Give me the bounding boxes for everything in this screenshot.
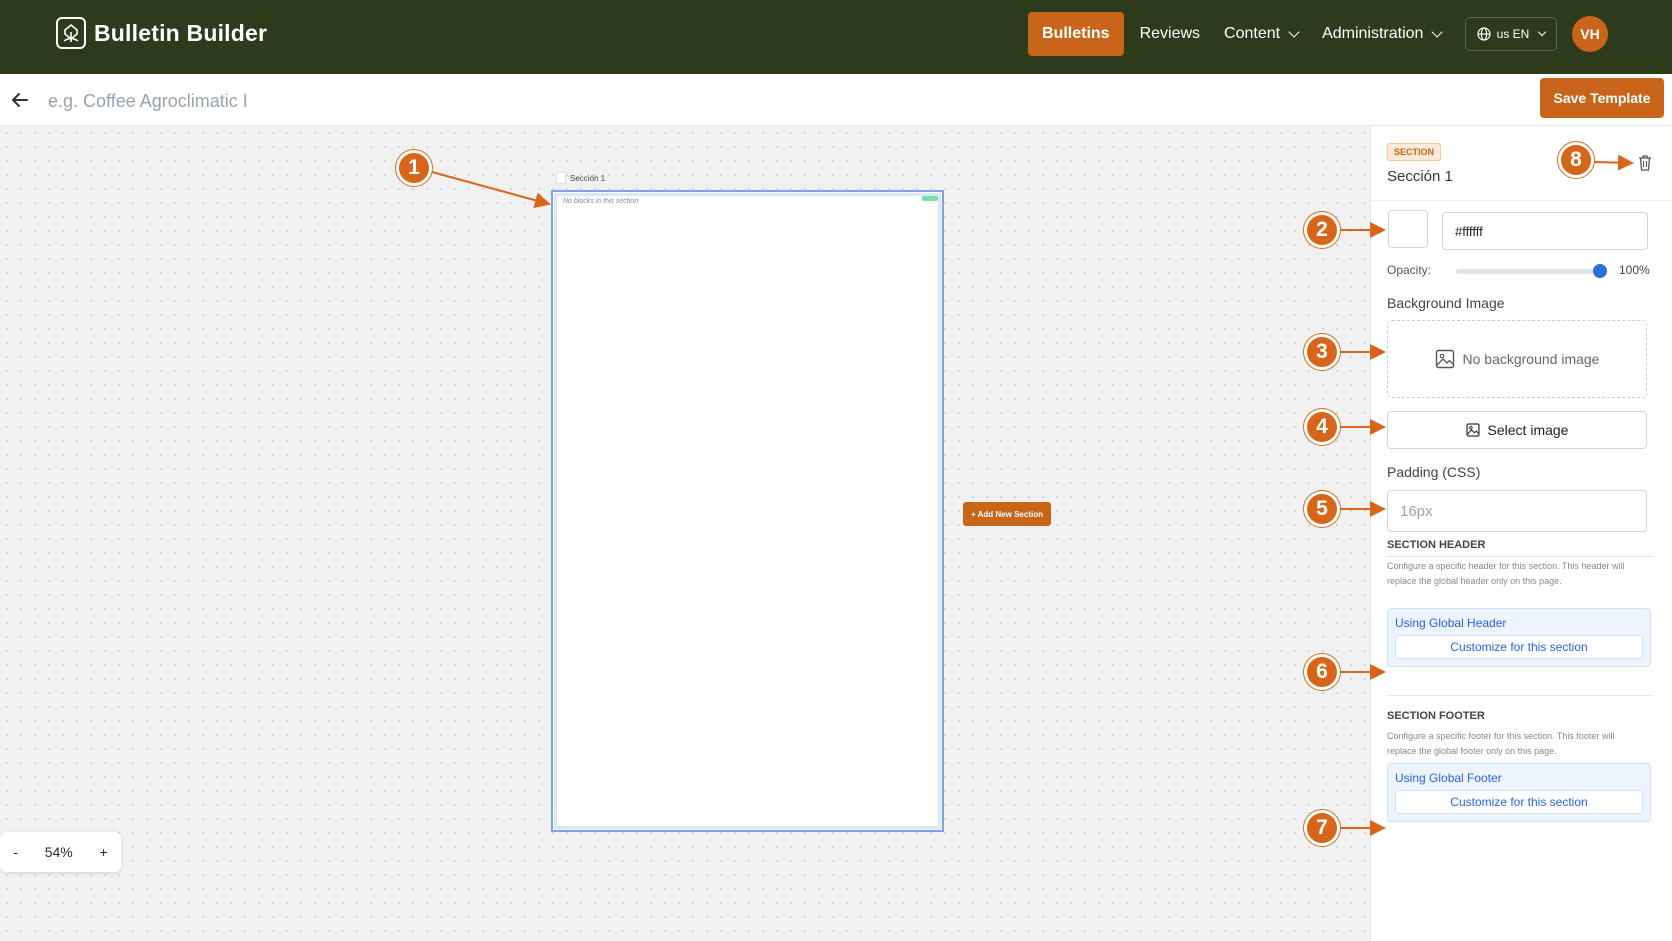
chevron-down-icon bbox=[1431, 26, 1444, 38]
section-footer-box: Using Global Footer Customize for this s… bbox=[1387, 763, 1651, 822]
divider bbox=[1387, 556, 1653, 557]
section-properties-panel: SECTION Sección 1 Opacity: 100% Backgrou… bbox=[1370, 126, 1672, 941]
callout-4: 4 bbox=[1304, 409, 1340, 445]
nav-administration-label: Administration bbox=[1322, 25, 1424, 42]
editor-canvas[interactable]: Sección 1 No blocks in this section + Ad… bbox=[0, 126, 1370, 941]
padding-label: Padding (CSS) bbox=[1387, 464, 1481, 480]
section-page[interactable]: No blocks in this section bbox=[551, 190, 944, 832]
background-color-input[interactable] bbox=[1442, 212, 1648, 250]
callout-8: 8 bbox=[1558, 142, 1594, 178]
language-label: us EN bbox=[1496, 27, 1530, 41]
chevron-down-icon bbox=[1538, 27, 1547, 37]
section-footer-description: Configure a specific footer for this sec… bbox=[1387, 731, 1615, 756]
callout-2: 2 bbox=[1304, 212, 1340, 248]
customize-footer-button[interactable]: Customize for this section bbox=[1395, 790, 1643, 814]
opacity-value: 100% bbox=[1619, 263, 1650, 277]
main-nav: Bulletins Reviews Content Administration bbox=[1028, 12, 1453, 56]
back-arrow-icon[interactable] bbox=[8, 88, 32, 112]
callout-5: 5 bbox=[1304, 491, 1340, 527]
user-avatar[interactable]: VH bbox=[1572, 16, 1608, 52]
image-icon bbox=[1435, 349, 1454, 369]
global-footer-status: Using Global Footer bbox=[1395, 771, 1502, 785]
nav-reviews[interactable]: Reviews bbox=[1128, 12, 1212, 56]
brand[interactable]: Bulletin Builder bbox=[56, 17, 267, 49]
customize-header-button[interactable]: Customize for this section bbox=[1395, 635, 1643, 659]
background-image-label: Background Image bbox=[1387, 295, 1505, 311]
section-header-title: SECTION HEADER bbox=[1387, 539, 1486, 551]
global-header-status: Using Global Header bbox=[1395, 616, 1507, 630]
callout-7: 7 bbox=[1304, 810, 1340, 846]
section-type-badge: SECTION bbox=[1387, 143, 1442, 161]
section-header-box: Using Global Header Customize for this s… bbox=[1387, 608, 1651, 667]
background-image-dropzone[interactable]: No background image bbox=[1387, 320, 1647, 398]
no-background-image-text: No background image bbox=[1462, 351, 1600, 367]
callout-3: 3 bbox=[1304, 334, 1340, 370]
save-template-button[interactable]: Save Template bbox=[1540, 78, 1664, 118]
trash-icon[interactable] bbox=[1637, 154, 1653, 172]
bulletin-logo-icon bbox=[56, 17, 86, 49]
zoom-control: - 54% + bbox=[0, 832, 121, 872]
background-color-swatch[interactable] bbox=[1388, 210, 1428, 248]
divider bbox=[1387, 695, 1653, 696]
callout-1: 1 bbox=[396, 150, 432, 186]
section-header-description: Configure a specific header for this sec… bbox=[1387, 561, 1625, 586]
zoom-in-button[interactable]: + bbox=[99, 844, 107, 860]
padding-input[interactable] bbox=[1387, 490, 1647, 532]
zoom-level: 54% bbox=[44, 844, 73, 860]
select-image-label: Select image bbox=[1487, 422, 1569, 438]
add-new-section-button[interactable]: + Add New Section bbox=[963, 502, 1051, 526]
nav-reviews-label: Reviews bbox=[1139, 25, 1201, 42]
section-tag-label: Sección 1 bbox=[570, 173, 606, 183]
globe-icon bbox=[1477, 27, 1491, 41]
zoom-out-button[interactable]: - bbox=[13, 844, 18, 860]
nav-administration[interactable]: Administration bbox=[1310, 12, 1453, 56]
nav-bulletins[interactable]: Bulletins bbox=[1028, 12, 1124, 56]
app-name: Bulletin Builder bbox=[94, 19, 268, 46]
section-footer-title: SECTION FOOTER bbox=[1387, 710, 1485, 722]
top-navbar: Bulletin Builder Bulletins Reviews Conte… bbox=[0, 0, 1672, 74]
section-status-badge bbox=[922, 196, 938, 201]
divider bbox=[1371, 200, 1672, 201]
opacity-slider-handle[interactable] bbox=[1593, 264, 1607, 278]
nav-content[interactable]: Content bbox=[1212, 12, 1310, 56]
chevron-down-icon bbox=[1288, 26, 1300, 38]
panel-title: Sección 1 bbox=[1387, 168, 1453, 185]
editor-toolbar: Save Template bbox=[0, 74, 1672, 126]
section-tag[interactable]: Sección 1 bbox=[556, 172, 605, 184]
nav-content-label: Content bbox=[1224, 25, 1281, 42]
select-image-button[interactable]: Select image bbox=[1387, 411, 1647, 449]
callout-6: 6 bbox=[1304, 654, 1340, 690]
image-icon bbox=[1465, 423, 1480, 437]
template-title-input[interactable] bbox=[46, 86, 650, 116]
empty-section-message: No blocks in this section bbox=[563, 198, 639, 205]
opacity-slider-track[interactable] bbox=[1456, 269, 1594, 274]
drag-handle-icon[interactable] bbox=[556, 172, 566, 184]
nav-bulletins-label: Bulletins bbox=[1042, 25, 1110, 42]
language-selector[interactable]: us EN bbox=[1465, 17, 1557, 51]
opacity-label: Opacity: bbox=[1387, 263, 1432, 277]
